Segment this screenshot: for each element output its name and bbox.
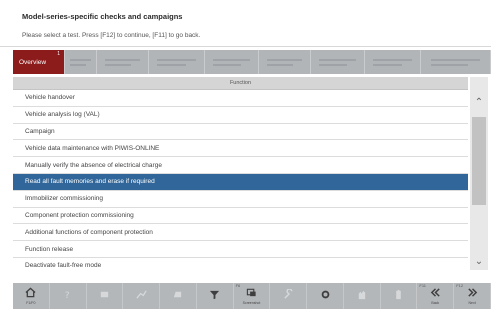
tab-placeholder bbox=[157, 56, 196, 69]
gateway-icon bbox=[99, 289, 110, 303]
tool-label: Screenshot bbox=[242, 301, 261, 305]
table-row[interactable]: Vehicle handover bbox=[13, 90, 468, 107]
tool-label: Back bbox=[431, 301, 440, 305]
help-icon: ? bbox=[62, 289, 73, 303]
tab-placeholder bbox=[212, 56, 251, 69]
filter-button[interactable] bbox=[197, 283, 234, 309]
battery-button[interactable] bbox=[381, 283, 418, 309]
chevron-double-up-icon[interactable]: ⌃ bbox=[472, 93, 486, 111]
screenshot-icon bbox=[246, 287, 257, 301]
table-row[interactable]: Read all fault memories and erase if req… bbox=[13, 173, 468, 191]
svg-text:?: ? bbox=[65, 290, 70, 300]
tab-disabled[interactable] bbox=[365, 50, 421, 74]
tab-label: Overview bbox=[19, 58, 47, 66]
tab-placeholder bbox=[266, 56, 303, 69]
page-title: Model-series-specific checks and campaig… bbox=[22, 12, 183, 21]
car-icon bbox=[172, 289, 183, 303]
tab-placeholder bbox=[104, 56, 141, 69]
wrench-button[interactable] bbox=[270, 283, 308, 309]
tab-disabled[interactable] bbox=[97, 50, 149, 74]
back-button[interactable]: F11 Back bbox=[417, 283, 455, 309]
function-table: Function Vehicle handover Vehicle analysi… bbox=[13, 77, 468, 270]
chevron-double-down-icon[interactable]: ⌄ bbox=[472, 253, 486, 269]
tool-label: Next bbox=[468, 301, 476, 305]
wrench-icon bbox=[283, 288, 294, 303]
car-button[interactable] bbox=[160, 283, 197, 309]
tool-label: F1/F0 bbox=[26, 301, 36, 305]
table-row[interactable]: Function release bbox=[13, 241, 468, 258]
filter-icon bbox=[209, 289, 220, 303]
gateway-button[interactable] bbox=[87, 283, 124, 309]
tab-disabled[interactable] bbox=[65, 50, 97, 74]
help-button[interactable]: ? bbox=[50, 283, 87, 309]
tab-placeholder bbox=[431, 56, 480, 69]
home-button[interactable]: F1/F0 bbox=[13, 283, 50, 309]
battery-icon bbox=[393, 289, 404, 303]
table-row[interactable]: Immobilizer commissioning bbox=[13, 190, 468, 208]
tab-disabled[interactable] bbox=[205, 50, 259, 74]
table-row[interactable]: Vehicle data maintenance with PIWIS-ONLI… bbox=[13, 140, 468, 158]
column-header: Function bbox=[13, 77, 468, 90]
table-row[interactable]: Vehicle analysis log (VAL) bbox=[13, 106, 468, 124]
table-row[interactable]: Manually verify the absence of electrica… bbox=[13, 157, 468, 174]
function-key-label: F12 bbox=[456, 283, 464, 288]
measurement-button[interactable] bbox=[123, 283, 161, 309]
back-icon bbox=[430, 287, 441, 301]
instruction-text: Please select a test. Press [F12] to con… bbox=[22, 32, 201, 39]
tab-placeholder bbox=[373, 56, 412, 69]
function-key-toolbar: F1/F0? F6 Screenshot F11 Back F12 Next bbox=[13, 283, 491, 309]
table-row[interactable]: Component protection commissioning bbox=[13, 207, 468, 225]
tab-bar: Overview 1 bbox=[13, 50, 491, 74]
function-key-label: F11 bbox=[419, 283, 427, 288]
header: Model-series-specific checks and campaig… bbox=[0, 0, 491, 47]
tab-disabled[interactable] bbox=[421, 50, 491, 74]
tab-disabled[interactable] bbox=[149, 50, 205, 74]
next-button[interactable]: F12 Next bbox=[454, 283, 491, 309]
home-icon bbox=[25, 287, 36, 301]
scroll-thumb[interactable] bbox=[472, 117, 486, 205]
hand-button[interactable] bbox=[344, 283, 381, 309]
screenshot-button[interactable]: F6 Screenshot bbox=[234, 283, 271, 309]
table-row[interactable]: Campaign bbox=[13, 123, 468, 141]
tab-placeholder bbox=[69, 56, 92, 69]
tab-disabled[interactable] bbox=[259, 50, 311, 74]
hand-icon bbox=[356, 289, 367, 303]
tab-marker: 1 bbox=[57, 51, 60, 57]
scrollbar[interactable]: ⌃ ⌄ bbox=[470, 77, 488, 270]
table-row[interactable]: Additional functions of component protec… bbox=[13, 224, 468, 242]
tab-disabled[interactable] bbox=[311, 50, 365, 74]
settings-button[interactable] bbox=[307, 283, 344, 309]
row-list: Vehicle handover Vehicle analysis log (VA… bbox=[13, 90, 468, 270]
tab-overview[interactable]: Overview 1 bbox=[13, 50, 65, 74]
next-icon bbox=[467, 287, 478, 301]
function-key-label: F6 bbox=[235, 283, 241, 288]
table-row[interactable]: Deactivate fault-free mode bbox=[13, 257, 468, 270]
tab-placeholder bbox=[318, 56, 357, 69]
column-header-label: Function bbox=[229, 80, 252, 86]
measurement-icon bbox=[136, 289, 147, 303]
settings-icon bbox=[320, 289, 331, 303]
